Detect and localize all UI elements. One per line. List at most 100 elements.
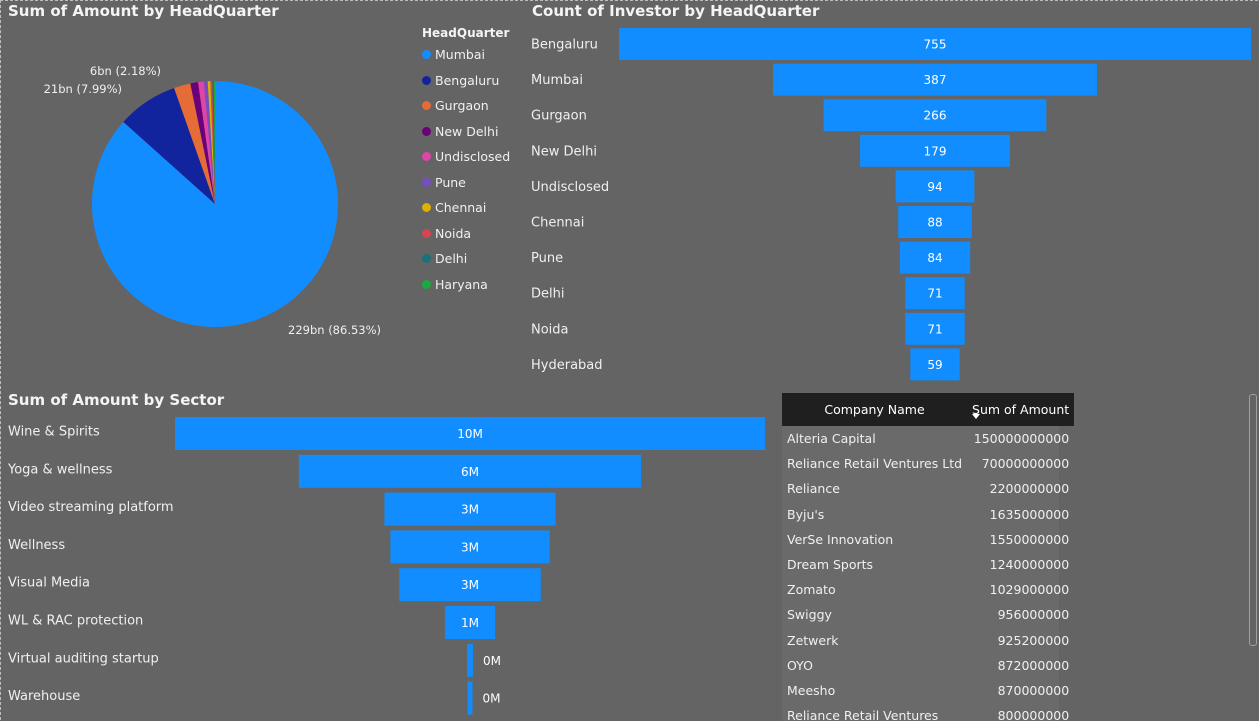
table-row[interactable]: Swiggy 956000000 (782, 602, 1074, 627)
funnel-category-label: Pune (531, 251, 563, 266)
funnel-data-label: 94 (927, 180, 942, 194)
legend-label: Bengaluru (435, 72, 500, 88)
company-name-cell: Zomato (787, 582, 836, 598)
legend-item-haryana[interactable]: Haryana (422, 272, 510, 298)
legend-marker-icon (422, 50, 431, 60)
sector-bar-warehouse[interactable] (467, 681, 473, 715)
table-row[interactable]: Meesho 870000000 (782, 678, 1074, 703)
sector-funnel-visual[interactable]: Wine & Spirits 10M Yoga & wellness 6M Video … (0, 388, 775, 721)
amount-cell: 925200000 (997, 632, 1070, 648)
company-name-cell: VerSe Innovation (787, 531, 894, 547)
table-row[interactable]: Zetwerk 925200000 (782, 628, 1074, 653)
pie-chart-title: Sum of Amount by HeadQuarter (8, 2, 279, 20)
investor-funnel-svg: Bengaluru 755 Mumbai 387 Gurgaon 266 New Delhi… (531, 28, 1251, 381)
amount-cell: 956000000 (997, 607, 1070, 623)
column-header-amount-label: Sum of Amount (972, 402, 1070, 417)
funnel-category-label: Undisclosed (531, 180, 609, 195)
legend-label: Mumbai (435, 47, 485, 63)
legend-marker-icon (422, 203, 431, 213)
legend-item-mumbai[interactable]: Mumbai (422, 42, 510, 68)
company-amount-table: Company Name Sum of Amount Alteria Capit… (782, 393, 1075, 721)
funnel-data-label: 266 (924, 109, 947, 123)
legend-item-gurgaon[interactable]: Gurgaon (422, 93, 510, 119)
amount-cell: 150000000000 (973, 431, 1070, 447)
sector-category-label: Wine & Spirits (8, 425, 100, 440)
sector-data-label: 0M (483, 654, 501, 668)
funnel-data-label: 755 (924, 38, 947, 52)
sector-category-label: Video streaming platform (8, 500, 174, 515)
sector-data-label: 3M (461, 503, 479, 517)
legend-items: Mumbai Bengaluru Gurgaon New Delhi Undisclos… (422, 42, 510, 297)
pie-data-label: 21bn (7.99%) (44, 82, 122, 96)
legend-marker-icon (422, 254, 431, 264)
amount-cell: 2200000000 (989, 481, 1070, 497)
amount-cell: 800000000 (997, 708, 1070, 721)
legend-item-chennai[interactable]: Chennai (422, 195, 510, 221)
table-header-row: Company Name Sum of Amount (782, 393, 1075, 426)
table-body: Alteria Capital 150000000000 Reliance Reta… (782, 426, 1074, 721)
funnel-data-label: 88 (927, 216, 942, 230)
amount-cell: 1635000000 (989, 506, 1070, 522)
table-row[interactable]: Reliance Retail Ventures 800000000 (782, 703, 1074, 721)
table-row[interactable]: Alteria Capital 150000000000 (782, 426, 1074, 451)
sector-category-label: Visual Media (8, 576, 90, 591)
sector-data-label: 10M (457, 427, 483, 441)
investor-funnel-visual[interactable]: Bengaluru 755 Mumbai 387 Gurgaon 266 New Delhi… (524, 0, 1259, 390)
sector-data-label: 6M (461, 465, 479, 479)
column-header-amount[interactable]: Sum of Amount (967, 393, 1075, 426)
amount-cell: 1029000000 (989, 582, 1070, 598)
table-scrollbar[interactable] (1249, 394, 1257, 646)
amount-cell: 70000000000 (981, 456, 1070, 472)
sector-category-label: Wellness (8, 538, 65, 553)
legend-item-new-delhi[interactable]: New Delhi (422, 119, 510, 145)
amount-cell: 1240000000 (989, 557, 1070, 573)
legend-label: Chennai (435, 200, 487, 216)
legend-item-noida[interactable]: Noida (422, 221, 510, 247)
funnel-data-label: 71 (927, 322, 942, 336)
legend-label: New Delhi (435, 123, 499, 139)
legend-item-bengaluru[interactable]: Bengaluru (422, 68, 510, 94)
company-name-cell: Zetwerk (787, 632, 839, 648)
legend-label: Undisclosed (435, 149, 511, 165)
pie-chart-visual[interactable]: 229bn (86.53%) 21bn (7.99%) 6bn (2.18%) Su… (0, 0, 522, 390)
legend-label: Pune (435, 174, 466, 190)
legend-marker-icon (422, 101, 431, 111)
table-row[interactable]: Zomato 1029000000 (782, 577, 1074, 602)
pie-data-label: 229bn (86.53%) (288, 323, 381, 337)
funnel-title: Count of Investor by HeadQuarter (532, 2, 820, 20)
funnel-data-label: 59 (927, 358, 942, 372)
funnel-category-label: Hyderabad (531, 358, 603, 373)
sector-category-label: Virtual auditing startup (8, 651, 159, 666)
legend-item-delhi[interactable]: Delhi (422, 246, 510, 272)
pie-legend: HeadQuarter Mumbai Bengaluru Gurgaon New De… (422, 26, 510, 297)
company-name-cell: Alteria Capital (787, 431, 876, 447)
funnel-data-label: 387 (924, 73, 947, 87)
legend-item-pune[interactable]: Pune (422, 170, 510, 196)
table-row[interactable]: Dream Sports 1240000000 (782, 552, 1074, 577)
funnel-category-label: Chennai (531, 216, 584, 231)
legend-label: Delhi (435, 251, 468, 267)
column-header-company[interactable]: Company Name (782, 393, 968, 426)
table-row[interactable]: OYO 872000000 (782, 653, 1074, 678)
funnel-category-label: New Delhi (531, 144, 597, 159)
table-row[interactable]: Reliance Retail Ventures Ltd 70000000000 (782, 451, 1074, 476)
table-row[interactable]: Reliance 2200000000 (782, 476, 1074, 501)
legend-marker-icon (422, 279, 431, 289)
funnel-category-label: Mumbai (531, 73, 583, 88)
funnel-data-label: 71 (927, 287, 942, 301)
sort-descending-icon[interactable] (972, 414, 981, 419)
table-row[interactable]: Byju's 1635000000 (782, 502, 1074, 527)
legend-marker-icon (422, 126, 431, 136)
company-table-visual[interactable]: Company Name Sum of Amount Alteria Capit… (781, 392, 1259, 721)
sector-title: Sum of Amount by Sector (8, 391, 225, 409)
table-row[interactable]: VerSe Innovation 1550000000 (782, 527, 1074, 552)
amount-cell: 870000000 (997, 682, 1070, 698)
funnel-category-label: Delhi (531, 287, 564, 302)
amount-cell: 872000000 (997, 657, 1070, 673)
sector-bar-virtual-auditing-startup[interactable] (467, 643, 473, 677)
legend-marker-icon (422, 177, 431, 187)
legend-label: Noida (435, 225, 472, 241)
company-name-cell: OYO (787, 657, 813, 673)
company-name-cell: Dream Sports (787, 557, 874, 573)
legend-item-undisclosed[interactable]: Undisclosed (422, 144, 510, 170)
